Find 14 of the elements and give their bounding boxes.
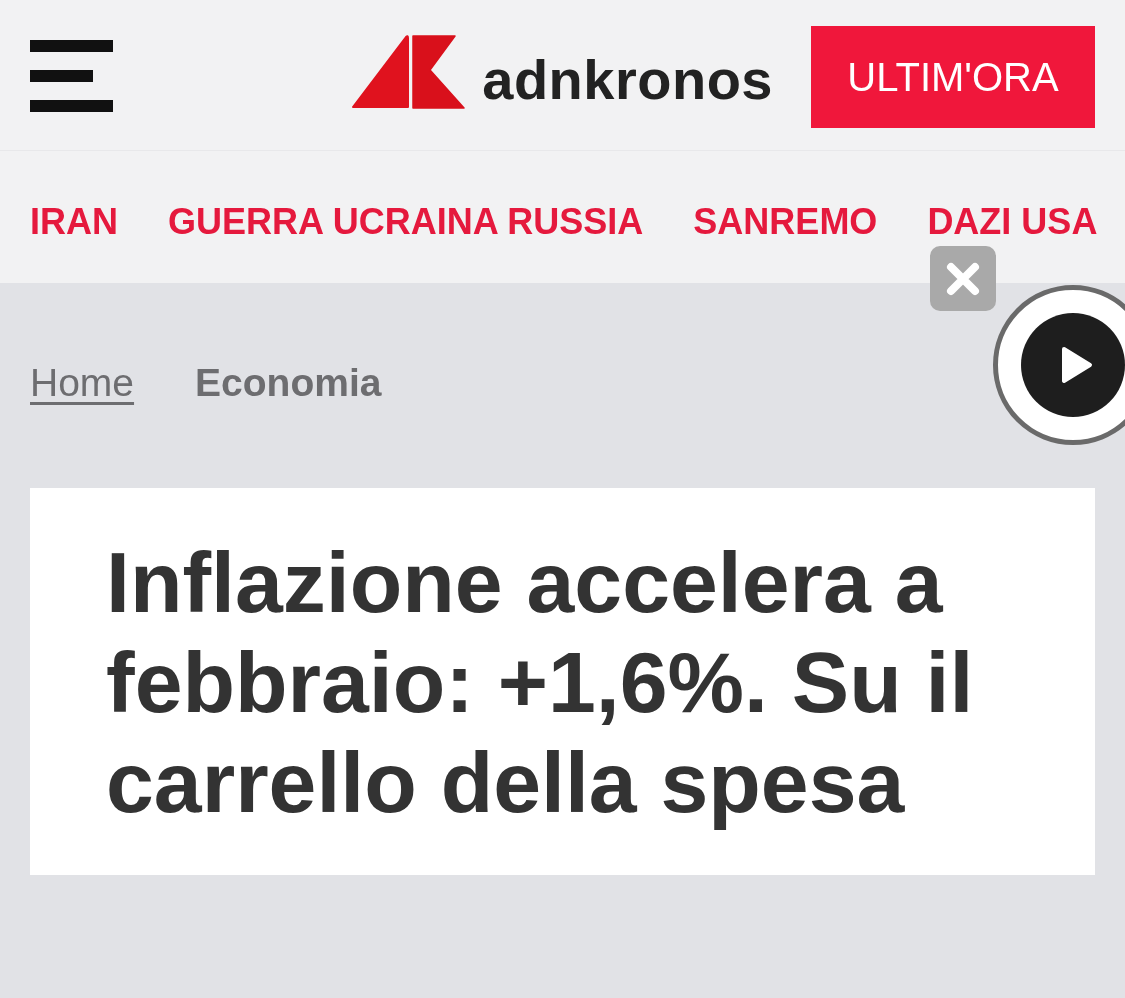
nav-link[interactable]: DAZI USA xyxy=(927,201,1098,243)
nav-link[interactable]: SANREMO xyxy=(693,201,878,243)
breadcrumb-link[interactable]: Home xyxy=(30,360,135,406)
breadcrumb-current: Economia xyxy=(195,360,382,406)
breaking-news-button[interactable]: ULTIM'ORA xyxy=(811,26,1095,128)
logo-text: adnkronos xyxy=(482,52,773,108)
nav-link[interactable]: GUERRA UCRAINA RUSSIA xyxy=(168,201,644,243)
play-button[interactable] xyxy=(993,285,1125,445)
article-title: Inflazione accelera a febbraio: +1,6%. Su il carrello della spesa xyxy=(106,533,975,832)
close-icon xyxy=(946,261,980,296)
logo-mark-icon xyxy=(351,35,466,109)
menu-icon[interactable] xyxy=(30,40,113,112)
nav-link[interactable]: IRAN xyxy=(30,201,118,243)
play-icon xyxy=(1021,313,1125,417)
